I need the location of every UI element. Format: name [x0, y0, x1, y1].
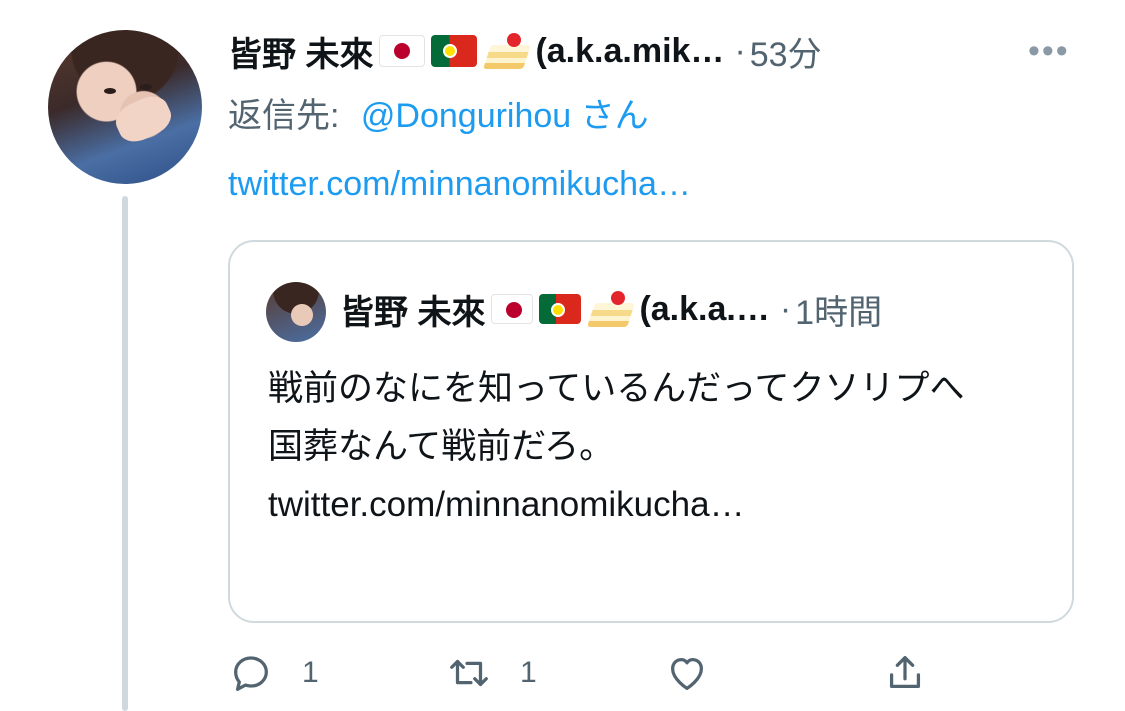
- reply-count: 1: [302, 656, 319, 689]
- retweet-count: 1: [520, 656, 537, 689]
- quoted-tweet-card[interactable]: 皆野 未來 (a.k.a.… · 1時間 戦前のなにを知っているんだってクソリプ…: [228, 240, 1074, 623]
- author-display-name[interactable]: 皆野 未來: [228, 27, 373, 76]
- share-button[interactable]: [882, 650, 956, 696]
- reply-context: 返信先: @Dongurihou さん: [228, 88, 649, 137]
- quoted-text-line: 国葬なんて戦前だろ。 twitter.com/minnanomikucha…: [268, 427, 745, 524]
- reply-icon: [234, 656, 268, 691]
- tweet-header: 皆野 未來 (a.k.a.mik… · 53分: [228, 28, 1028, 74]
- like-button[interactable]: [664, 650, 738, 696]
- flag-japan-icon: [491, 294, 534, 324]
- tweet-actions: 1 1: [228, 650, 1008, 700]
- quoted-handle: (a.k.a.…: [639, 289, 770, 328]
- shortcake-icon: [483, 31, 532, 71]
- like-icon: [670, 657, 704, 690]
- retweet-button[interactable]: 1: [446, 650, 537, 696]
- avatar-eye: [140, 84, 152, 90]
- tweet-link[interactable]: twitter.com/minnanomikucha…: [228, 165, 691, 204]
- separator-dot: ·: [779, 289, 792, 328]
- share-icon: [889, 656, 921, 689]
- flag-japan-icon: [379, 35, 426, 67]
- retweet-icon: [450, 659, 488, 687]
- author-avatar[interactable]: [48, 30, 202, 184]
- more-icon[interactable]: •••: [1028, 32, 1070, 71]
- reply-suffix: さん: [580, 97, 649, 135]
- quoted-text-line: 戦前のなにを知っているんだってクソリプへ: [268, 369, 965, 408]
- quoted-display-name: 皆野 未來: [340, 293, 486, 332]
- flag-portugal-icon: [431, 35, 478, 67]
- shortcake-icon: [587, 289, 636, 329]
- quoted-timestamp: 1時間: [795, 293, 883, 332]
- reply-prefix: 返信先:: [228, 97, 340, 135]
- separator-dot: ·: [734, 31, 746, 70]
- thread-connector-line: [122, 196, 128, 711]
- avatar-hand: [110, 90, 177, 148]
- reply-handle-link[interactable]: @Dongurihou: [361, 97, 571, 135]
- quoted-tweet-header: 皆野 未來 (a.k.a.… · 1時間: [340, 284, 882, 334]
- avatar-eye: [104, 88, 116, 94]
- author-handle[interactable]: (a.k.a.mik…: [535, 32, 724, 71]
- quoted-tweet-text: 戦前のなにを知っているんだってクソリプへ 国葬なんて戦前だろ。 twitter.…: [268, 360, 978, 534]
- quoted-author-avatar: [266, 282, 326, 342]
- reply-button[interactable]: 1: [228, 650, 319, 696]
- tweet-timestamp[interactable]: 53分: [750, 27, 822, 76]
- flag-portugal-icon: [539, 294, 582, 324]
